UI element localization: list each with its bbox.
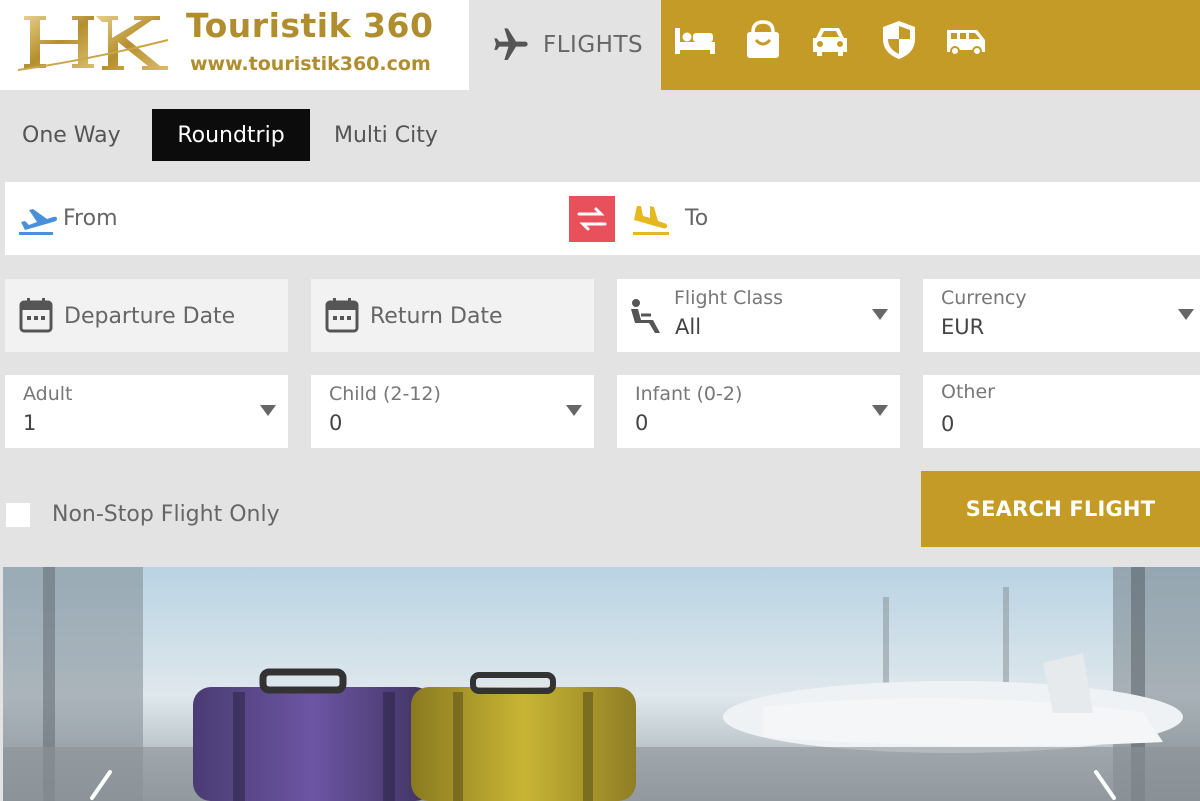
search-flight-button[interactable]: SEARCH FLIGHT (921, 471, 1200, 547)
trip-roundtrip[interactable]: Roundtrip (152, 109, 310, 161)
seat-icon (631, 299, 660, 333)
other-value: 0 (941, 412, 955, 436)
flight-class-value: All (675, 315, 702, 339)
tab-flights-label: FLIGHTS (543, 32, 644, 58)
chevron-down-icon (872, 309, 888, 320)
car-icon (813, 28, 847, 56)
return-date-field[interactable]: Return Date (311, 279, 594, 352)
van-icon (947, 30, 985, 56)
flight-class-select[interactable]: Flight Class All (617, 279, 900, 352)
to-field[interactable]: To (603, 182, 1200, 255)
trip-one-way[interactable]: One Way (22, 109, 121, 161)
chevron-down-icon (1178, 309, 1194, 320)
trip-multi-city[interactable]: Multi City (334, 109, 438, 161)
flight-class-label: Flight Class (674, 287, 784, 309)
adult-value: 1 (23, 411, 37, 435)
tab-transfers[interactable] (942, 18, 990, 62)
brand-name: Touristik 360 (186, 6, 434, 45)
swap-arrows-icon (577, 207, 607, 231)
non-stop-label: Non-Stop Flight Only (52, 502, 280, 527)
calendar-icon (19, 298, 53, 333)
infant-select[interactable]: Infant (0-2) 0 (617, 375, 900, 448)
tab-insurance[interactable] (875, 18, 923, 62)
airplane-icon (494, 28, 528, 60)
tab-hotels[interactable] (671, 18, 719, 62)
infant-value: 0 (635, 411, 649, 435)
departure-date-field[interactable]: Departure Date (5, 279, 288, 352)
calendar-icon (325, 298, 359, 333)
chevron-down-icon (872, 405, 888, 416)
from-field[interactable]: From (5, 182, 603, 255)
tab-shopping[interactable] (739, 18, 787, 62)
departure-date-placeholder: Departure Date (64, 304, 236, 329)
landing-icon (633, 206, 669, 235)
adult-select[interactable]: Adult 1 (5, 375, 288, 448)
swap-button[interactable] (569, 196, 615, 242)
adult-label: Adult (23, 383, 73, 405)
currency-select[interactable]: Currency EUR (923, 279, 1200, 352)
return-date-placeholder: Return Date (370, 304, 503, 329)
tab-flights[interactable]: FLIGHTS (469, 0, 661, 90)
currency-value: EUR (941, 315, 985, 339)
hotel-bed-icon (675, 28, 715, 54)
other-input[interactable]: Other 0 (923, 375, 1200, 448)
from-placeholder: From (63, 206, 118, 231)
child-select[interactable]: Child (2-12) 0 (311, 375, 594, 448)
tab-cars[interactable] (806, 18, 854, 62)
takeoff-icon (19, 209, 57, 235)
child-value: 0 (329, 411, 343, 435)
shield-icon (883, 21, 915, 59)
chevron-down-icon (260, 405, 276, 416)
currency-label: Currency (941, 287, 1027, 309)
other-label: Other (941, 381, 995, 403)
brand-url: www.touristik360.com (190, 53, 431, 75)
to-placeholder: To (685, 206, 709, 231)
child-label: Child (2-12) (329, 383, 441, 405)
luggage-airport-illustration (3, 567, 1200, 801)
infant-label: Infant (0-2) (635, 383, 743, 405)
chevron-down-icon (566, 405, 582, 416)
logo[interactable]: Touristik 360 www.touristik360.com (0, 0, 469, 90)
slider-prev-arrow[interactable] (84, 770, 118, 801)
non-stop-checkbox[interactable] (6, 503, 30, 527)
hero-banner-image (3, 567, 1200, 801)
shopping-bag-icon (747, 20, 779, 58)
slider-next-arrow[interactable] (1088, 770, 1122, 801)
hk-logo-mark (17, 16, 169, 71)
